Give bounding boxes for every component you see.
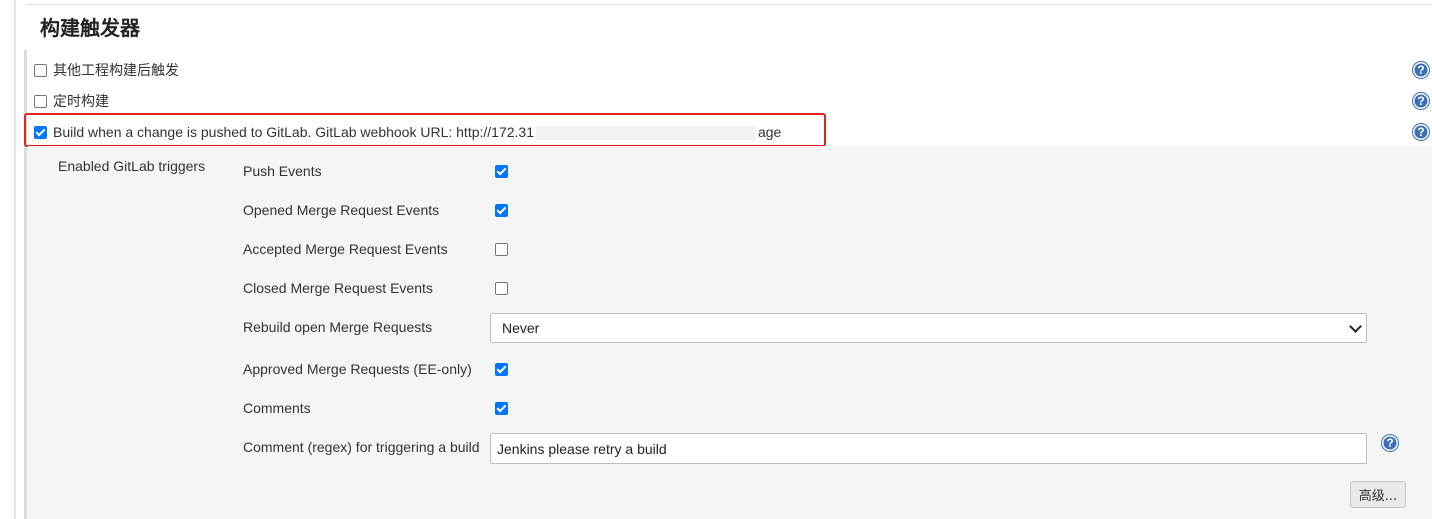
opened-mr-row: Opened Merge Request Events: [243, 199, 439, 221]
approved-mr-checkbox[interactable]: [495, 363, 508, 376]
help-icon[interactable]: ?: [1413, 124, 1429, 140]
comment-regex-label: Comment (regex) for triggering a build: [243, 439, 480, 455]
trigger-periodic[interactable]: 定时构建: [34, 90, 109, 112]
left-rail: [14, 0, 16, 519]
help-icon[interactable]: ?: [1413, 62, 1429, 78]
trigger-other-projects[interactable]: 其他工程构建后触发: [34, 59, 179, 81]
gitlab-label-suffix: age: [757, 123, 782, 140]
closed-mr-checkbox[interactable]: [495, 282, 508, 295]
opened-mr-checkbox[interactable]: [495, 204, 508, 217]
accepted-mr-label: Accepted Merge Request Events: [243, 241, 448, 257]
approved-mr-label: Approved Merge Requests (EE-only): [243, 361, 472, 377]
push-events-checkbox[interactable]: [495, 165, 508, 178]
push-events-label: Push Events: [243, 163, 322, 179]
enabled-gitlab-triggers-label: Enabled GitLab triggers: [58, 158, 206, 174]
build-triggers-section: 其他工程构建后触发 ? 定时构建 ? Build when a change i…: [24, 50, 1432, 519]
approved-mr-row: Approved Merge Requests (EE-only): [243, 358, 472, 380]
help-icon[interactable]: ?: [1413, 93, 1429, 109]
help-icon[interactable]: ?: [1382, 435, 1398, 451]
comment-regex-input[interactable]: [490, 433, 1367, 464]
rebuild-mr-value: Never: [502, 320, 540, 336]
gitlab-label: Build when a change is pushed to GitLab.…: [53, 123, 782, 141]
gitlab-label-prefix: Build when a change is pushed to GitLab.…: [53, 123, 534, 140]
rebuild-mr-select[interactable]: Never: [490, 313, 1367, 343]
trigger-gitlab[interactable]: Build when a change is pushed to GitLab.…: [34, 121, 781, 143]
periodic-label: 定时构建: [53, 94, 109, 110]
other-projects-label: 其他工程构建后触发: [53, 63, 179, 79]
gitlab-checkbox[interactable]: [34, 125, 47, 139]
closed-mr-row: Closed Merge Request Events: [243, 277, 433, 299]
other-projects-checkbox[interactable]: [34, 63, 47, 77]
rebuild-mr-row: Rebuild open Merge Requests: [243, 316, 432, 338]
chevron-down-icon: [1349, 319, 1362, 333]
section-title: 构建触发器: [40, 16, 140, 40]
comments-row: Comments: [243, 397, 311, 419]
closed-mr-label: Closed Merge Request Events: [243, 280, 433, 296]
accepted-mr-row: Accepted Merge Request Events: [243, 238, 448, 260]
comments-label: Comments: [243, 400, 311, 416]
top-divider: [27, 4, 1432, 5]
redacted-url-mask: [535, 126, 756, 141]
comments-checkbox[interactable]: [495, 402, 508, 415]
opened-mr-label: Opened Merge Request Events: [243, 202, 440, 218]
periodic-checkbox[interactable]: [34, 94, 47, 108]
gitlab-triggers-panel: Enabled GitLab triggers Push Events Open…: [28, 146, 1432, 519]
push-events-row: Push Events: [243, 160, 322, 182]
accepted-mr-checkbox[interactable]: [495, 243, 508, 256]
rebuild-mr-label: Rebuild open Merge Requests: [243, 319, 433, 335]
comment-regex-row: Comment (regex) for triggering a build: [243, 436, 480, 458]
advanced-button[interactable]: 高级...: [1350, 481, 1406, 508]
